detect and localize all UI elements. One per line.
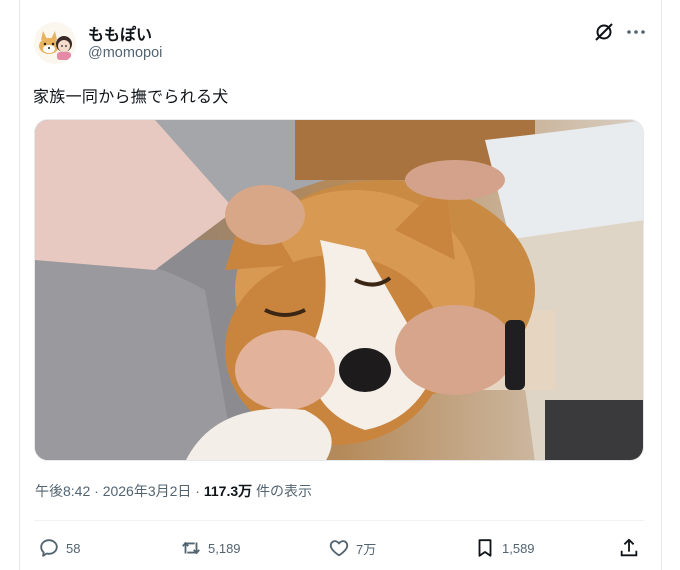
view-count: 117.3万 xyxy=(203,483,253,499)
tweet-meta: 午後8:42 · 2026年3月2日 · 117.3万 件の表示 xyxy=(35,481,312,501)
meta-separator: · xyxy=(191,483,204,499)
bookmark-icon xyxy=(478,539,492,557)
share-icon xyxy=(620,538,638,557)
tweet-time[interactable]: 午後8:42 xyxy=(35,483,90,499)
heart-icon xyxy=(329,540,349,557)
repost-button[interactable]: 5,189 xyxy=(180,534,241,562)
reply-button[interactable]: 58 xyxy=(38,534,80,562)
bookmark-button[interactable]: 1,589 xyxy=(474,534,535,562)
view-label: 件の表示 xyxy=(252,483,313,499)
avatar-illustration xyxy=(34,22,76,64)
like-count: 7万 xyxy=(356,541,377,557)
share-button[interactable] xyxy=(618,534,640,562)
grok-icon[interactable] xyxy=(592,20,616,44)
tweet-text: 家族一同から撫でられる犬 xyxy=(33,89,229,106)
more-icon[interactable] xyxy=(624,20,648,44)
display-name[interactable]: ももぽい xyxy=(88,21,152,45)
reply-icon xyxy=(40,539,58,557)
corgi-photo xyxy=(35,120,643,460)
reply-count: 58 xyxy=(66,540,81,556)
avatar[interactable] xyxy=(34,22,76,64)
divider xyxy=(34,520,644,521)
tweet-photo[interactable] xyxy=(34,119,644,461)
bookmark-count: 1,589 xyxy=(502,540,535,556)
repost-icon xyxy=(182,542,200,554)
action-bar: 58 5,189 7万 1,589 xyxy=(34,534,644,562)
like-button[interactable]: 7万 xyxy=(328,534,376,562)
repost-count: 5,189 xyxy=(208,540,241,556)
tweet-date[interactable]: 2026年3月2日 xyxy=(103,483,192,499)
meta-separator: · xyxy=(90,483,103,499)
user-handle[interactable]: @momopoi xyxy=(88,45,162,61)
